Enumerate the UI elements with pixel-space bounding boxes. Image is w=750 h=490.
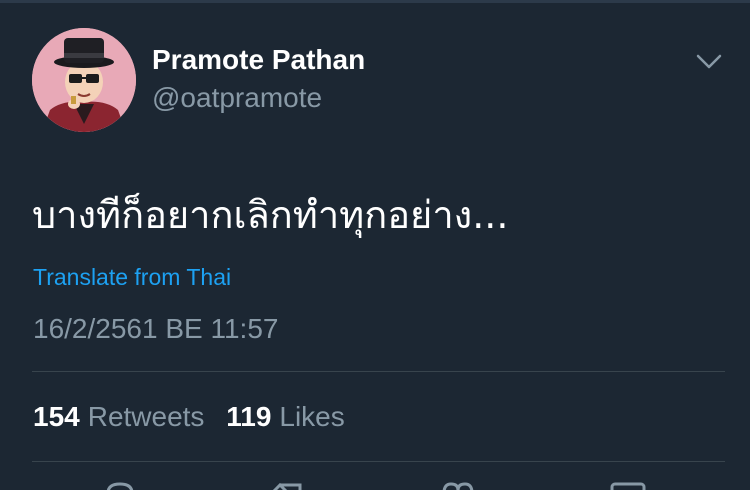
- translate-link[interactable]: Translate from Thai: [33, 264, 231, 291]
- avatar-illustration: [32, 28, 136, 132]
- reply-icon[interactable]: [100, 480, 140, 490]
- chevron-down-icon[interactable]: [694, 50, 724, 74]
- share-icon[interactable]: [608, 480, 648, 490]
- tweet-text: บางทีก็อยากเลิกทำทุกอย่าง...: [32, 193, 509, 237]
- top-edge: [0, 0, 750, 3]
- likes-count: 119: [226, 401, 272, 432]
- tweet-timestamp[interactable]: 16/2/2561 BE 11:57: [33, 313, 278, 345]
- author-display-name[interactable]: Pramote Pathan: [152, 44, 365, 76]
- retweets-label: Retweets: [87, 401, 205, 432]
- tweet-stats: 154 Retweets 119 Likes: [33, 401, 345, 433]
- retweets-count: 154: [33, 401, 80, 432]
- likes-label: Likes: [279, 401, 345, 432]
- author-handle[interactable]: @oatpramote: [152, 82, 322, 114]
- likes-stat[interactable]: 119 Likes: [226, 401, 345, 433]
- like-icon[interactable]: [438, 480, 478, 490]
- divider: [32, 461, 725, 462]
- avatar[interactable]: [32, 28, 136, 132]
- retweet-icon[interactable]: [270, 480, 310, 490]
- retweets-stat[interactable]: 154 Retweets: [33, 401, 204, 433]
- divider: [32, 371, 725, 372]
